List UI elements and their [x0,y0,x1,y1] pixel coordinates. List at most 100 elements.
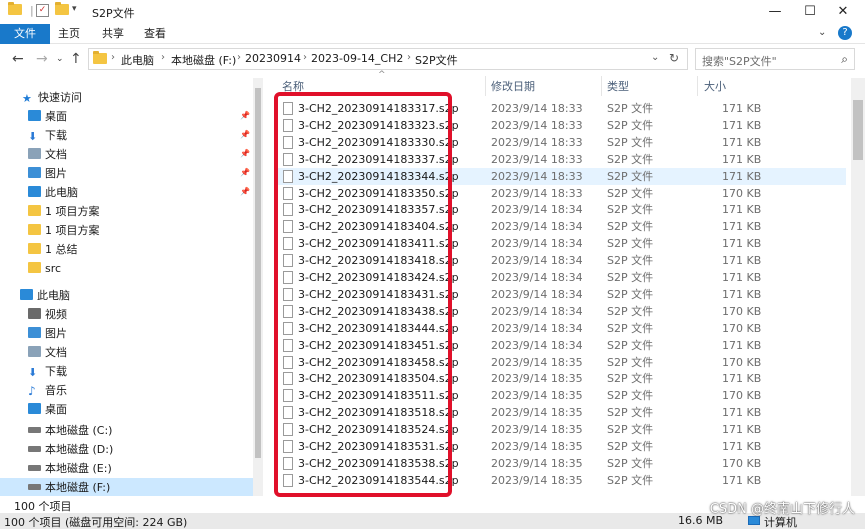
music-icon: ♪ [28,384,36,398]
file-date: 2023/9/14 18:35 [491,406,583,420]
file-date: 2023/9/14 18:34 [491,338,583,352]
drive-icon [28,427,41,433]
sidebar-item[interactable]: 1 项目方案 [28,221,100,240]
navigation-bar: ← → ⌄ ↑ › 此电脑 › 本地磁盘 (F:) › 20230914 › 2… [0,45,865,73]
refresh-icon[interactable]: ↻ [669,51,679,65]
pin-icon[interactable]: 📌 [240,111,250,120]
sidebar-item[interactable]: 桌面 [28,400,67,419]
pin-icon[interactable]: 📌 [240,149,250,158]
breadcrumb-separator: › [407,52,411,63]
breadcrumb-this-pc[interactable]: 此电脑 [121,52,154,68]
tab-home[interactable]: 主页 [48,24,90,44]
back-arrow-icon[interactable]: ← [12,51,24,67]
breadcrumb-drive-f[interactable]: 本地磁盘 (F:) [171,52,236,68]
sidebar-item[interactable]: ♪ 音乐 [28,381,67,400]
address-bar[interactable]: › 此电脑 › 本地磁盘 (F:) › 20230914 › 2023-09-1… [88,48,688,70]
file-date: 2023/9/14 18:33 [491,186,583,200]
close-button[interactable]: ✕ [821,0,865,24]
file-date: 2023/9/14 18:35 [491,473,583,487]
file-list-scroll-thumb[interactable] [853,100,863,160]
sidebar-item[interactable]: 本地磁盘 (D:) [28,440,113,459]
sidebar-item-label: 此电脑 [45,186,78,199]
column-header-size[interactable]: 大小 [704,78,726,94]
sidebar-item-label: 图片 [45,167,67,180]
file-size: 171 KB [722,338,762,352]
sidebar-item-label: 下载 [45,365,67,378]
navigation-pane: ★ 快速访问 桌面 📌 ⬇ 下载 📌 文档 📌 图片 📌 此电脑 📌 1 项目方案 1 项目方案 1 总结 sr… [0,82,263,496]
tab-view[interactable]: 查看 [134,24,176,44]
sidebar-item[interactable]: 文档 [28,145,67,164]
tab-share[interactable]: 共享 [92,24,134,44]
pin-icon[interactable]: 📌 [240,187,250,196]
file-date: 2023/9/14 18:34 [491,321,583,335]
file-type: S2P 文件 [607,406,654,420]
folder-icon [93,51,107,67]
sidebar-item[interactable]: 本地磁盘 (E:) [28,459,112,478]
drive-icon [28,484,41,490]
sidebar-scroll-thumb[interactable] [255,88,261,458]
file-type: S2P 文件 [607,203,654,217]
sidebar-item-label: src [45,262,62,275]
new-folder-icon[interactable] [55,2,71,20]
help-icon[interactable]: ? [838,26,852,40]
sidebar-item[interactable]: 图片 [28,164,67,183]
sidebar-item-label: 本地磁盘 (E:) [45,462,112,475]
file-date: 2023/9/14 18:33 [491,152,583,166]
column-header-date[interactable]: 修改日期 [491,78,535,94]
sidebar-item[interactable]: 本地磁盘 (C:) [28,421,112,440]
sidebar-item[interactable]: 1 项目方案 [28,202,100,221]
file-size: 170 KB [722,456,762,470]
sidebar-item[interactable]: 文档 [28,343,67,362]
title-bar: | ✓ ▾ S2P文件 — ☐ ✕ [0,0,865,24]
file-size: 171 KB [722,287,762,301]
sidebar-item[interactable]: 本地磁盘 (F:) [0,478,253,496]
expand-ribbon-icon[interactable]: ⌄ [818,27,826,38]
file-size: 171 KB [722,440,762,453]
breadcrumb-separator: › [161,52,165,63]
computer-icon [20,289,33,300]
sidebar-item[interactable]: ★ 快速访问 [22,88,82,107]
sidebar-item[interactable]: 此电脑 [20,286,70,305]
sidebar-item-label: 本地磁盘 (C:) [45,424,113,437]
tab-file[interactable]: 文件 [0,24,50,44]
file-type: S2P 文件 [607,355,654,369]
file-size: 171 KB [722,220,762,234]
customize-toolbar-icon[interactable]: ▾ [72,4,88,20]
file-type: S2P 文件 [607,338,654,352]
sidebar-item[interactable]: src [28,259,61,278]
sidebar-item[interactable]: 1 总结 [28,240,78,259]
file-size: 170 KB [722,355,762,369]
column-header-type[interactable]: 类型 [607,78,629,94]
file-type: S2P 文件 [607,254,654,268]
file-type: S2P 文件 [607,389,654,403]
file-date: 2023/9/14 18:34 [491,304,583,318]
sidebar-item[interactable]: 视频 [28,305,67,324]
document-icon [28,346,41,357]
address-dropdown-icon[interactable]: ⌄ [651,52,659,63]
file-date: 2023/9/14 18:33 [491,169,583,183]
forward-arrow-icon[interactable]: → [36,51,48,67]
breadcrumb-ch2-folder[interactable]: 2023-09-14_CH2 [311,52,403,65]
breadcrumb-s2p-folder[interactable]: S2P文件 [415,52,458,68]
search-box[interactable]: 搜索"S2P文件" ⌕ [695,48,855,70]
sidebar-item[interactable]: 此电脑 [28,183,78,202]
column-divider [485,76,486,96]
folder-icon [8,2,24,20]
file-type: S2P 文件 [607,152,654,166]
recent-locations-icon[interactable]: ⌄ [56,54,64,64]
file-type: S2P 文件 [607,237,654,251]
sidebar-item[interactable]: 桌面 [28,107,67,126]
sidebar-item-label: 图片 [45,327,67,340]
breadcrumb-20230914[interactable]: 20230914 [245,52,301,65]
up-arrow-icon[interactable]: ↑ [70,51,82,67]
file-size: 171 KB [722,254,762,268]
sidebar-item[interactable]: ⬇ 下载 [28,362,67,381]
sidebar-item-label: 桌面 [45,110,67,123]
pin-icon[interactable]: 📌 [240,130,250,139]
file-size: 171 KB [722,152,762,166]
sidebar-item[interactable]: ⬇ 下载 [28,126,67,145]
sidebar-item[interactable]: 图片 [28,324,67,343]
search-icon: ⌕ [841,52,848,66]
properties-icon[interactable]: ✓ [36,4,49,17]
pin-icon[interactable]: 📌 [240,168,250,177]
